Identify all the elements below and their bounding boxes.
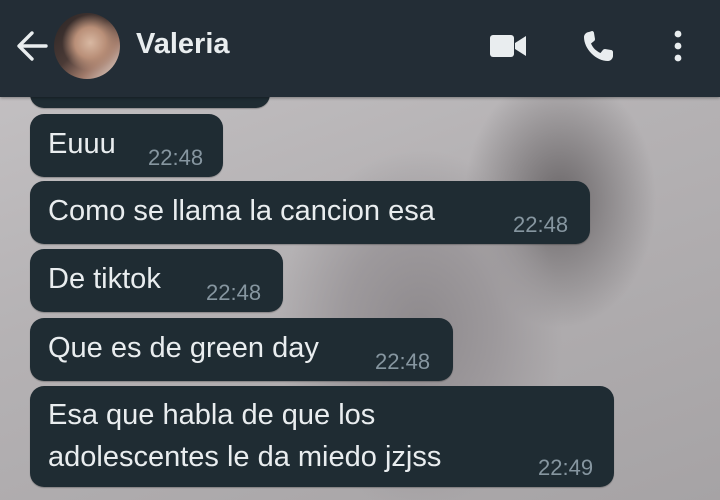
message-timestamp: 22:48 (148, 145, 204, 170)
message-timestamp: 22:48 (375, 349, 431, 374)
message-timestamp: 22:48 (513, 212, 569, 237)
more-options-icon[interactable] (660, 26, 696, 66)
message-text: Que es de green day (48, 332, 319, 364)
video-call-icon[interactable] (486, 26, 530, 66)
message-text: De tiktok (48, 263, 161, 295)
message-bubble[interactable]: De tiktok 22:48 (30, 249, 283, 312)
message-bubble[interactable]: Como se llama la cancion esa 22:48 (30, 181, 590, 244)
back-arrow-icon[interactable] (12, 26, 52, 66)
message-timestamp: 22:49 (538, 455, 594, 480)
message-text: Como se llama la cancion esa (48, 195, 435, 227)
contact-name[interactable]: Valeria (136, 24, 230, 64)
message-bubble[interactable]: Esa que habla de que los adolescentes le… (30, 386, 614, 487)
message-text: Euuu (48, 128, 116, 160)
avatar[interactable] (54, 13, 120, 79)
chat-header: Valeria (0, 0, 720, 97)
message-bubble[interactable]: Que es de green day 22:48 (30, 318, 453, 381)
message-text: Esa que habla de que los adolescentes le… (48, 399, 442, 473)
voice-call-icon[interactable] (578, 26, 622, 66)
message-timestamp: 22:48 (206, 280, 262, 305)
message-bubble[interactable]: Euuu 22:48 (30, 114, 223, 177)
